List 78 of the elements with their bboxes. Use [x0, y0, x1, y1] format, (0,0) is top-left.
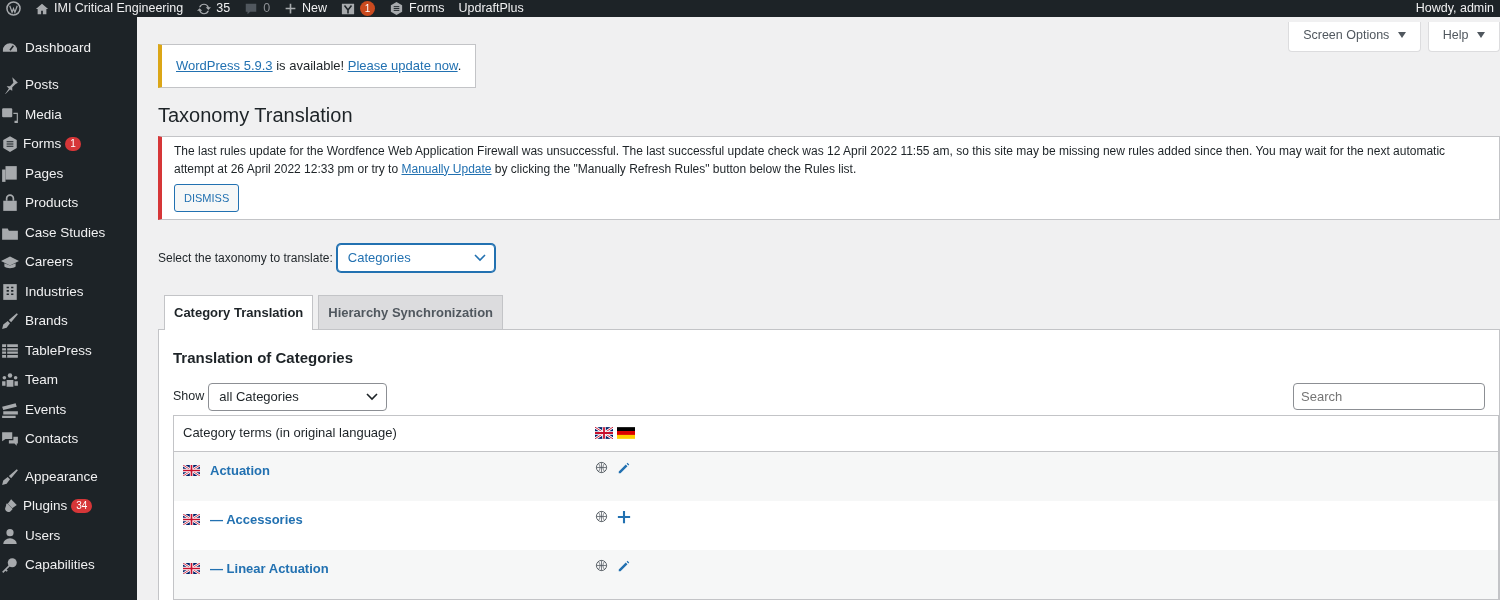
plus-icon	[284, 2, 298, 15]
account-menu[interactable]: Howdy, admin	[1415, 0, 1494, 18]
sidebar-menu-item[interactable]: Events	[25, 399, 67, 420]
sidebar-menu-item[interactable]: Plugins	[23, 496, 68, 517]
sidebar-menu-item[interactable]: Posts	[25, 75, 59, 96]
show-dropdown[interactable]: all Categories	[208, 382, 388, 411]
pencil-icon[interactable]	[617, 460, 631, 475]
version-link[interactable]: WordPress 5.9.3	[176, 58, 273, 73]
sidebar-menu-item[interactable]: Team	[25, 370, 58, 391]
caret-icon	[1477, 32, 1485, 38]
count-badge: 34	[71, 499, 93, 514]
screen-options-button[interactable]: Screen Options	[1288, 22, 1421, 52]
comment-icon	[244, 1, 259, 16]
comments-count[interactable]: 0	[263, 0, 271, 18]
tab[interactable]: Hierarchy Synchronization	[318, 294, 504, 329]
sidebar-menu-item[interactable]: Dashboard	[25, 37, 92, 58]
refresh-icon	[197, 1, 212, 16]
uk-flag-icon	[183, 562, 200, 574]
section-title: Translation of Categories	[173, 348, 355, 368]
help-button[interactable]: Help	[1427, 22, 1500, 52]
notification-count: 1	[360, 1, 376, 16]
chevron-down-icon	[366, 392, 379, 401]
pencil-icon[interactable]	[617, 558, 631, 573]
updates-count[interactable]: 35	[216, 0, 231, 18]
globe-icon	[595, 461, 608, 474]
pages-icon	[1, 164, 19, 183]
brush-icon	[1, 467, 19, 486]
sidebar-menu-item[interactable]: Case Studies	[25, 222, 106, 243]
user-icon	[1, 526, 19, 545]
uk-flag-icon	[595, 427, 613, 439]
update-now-link[interactable]: Please update now	[347, 58, 458, 73]
count-badge: 1	[65, 137, 81, 152]
wordpress-logo-icon	[6, 1, 21, 16]
dismiss-button[interactable]: DISMISS	[174, 183, 240, 212]
plus-icon[interactable]	[617, 509, 631, 524]
updraftplus-link[interactable]: UpdraftPlus	[458, 0, 524, 18]
sidebar-menu-item[interactable]: Media	[25, 104, 62, 125]
tickets-icon	[1, 400, 19, 419]
show-label: Show	[173, 388, 205, 406]
sidebar-menu-item[interactable]: Users	[25, 525, 61, 546]
sidebar-menu-item[interactable]: Pages	[25, 163, 64, 184]
term-link[interactable]: — Linear Actuation	[210, 558, 329, 578]
globe-icon	[595, 559, 608, 572]
sidebar-menu-item[interactable]: Products	[25, 193, 79, 214]
sidebar-menu-item[interactable]: Industries	[25, 281, 84, 302]
new-link[interactable]: New	[302, 0, 328, 18]
forms-link[interactable]: Forms	[409, 0, 445, 18]
tab[interactable]: Category Translation	[164, 294, 314, 330]
sidebar-menu-item[interactable]: Brands	[25, 311, 68, 332]
globe-icon	[595, 510, 608, 523]
people-icon	[1, 371, 19, 390]
page-title: Taxonomy Translation	[158, 102, 354, 127]
uk-flag-icon	[183, 464, 200, 476]
column-header: Category terms (in original language)	[183, 424, 398, 443]
sidebar-menu-item[interactable]: Contacts	[25, 429, 79, 450]
caret-icon	[1397, 32, 1406, 38]
home-icon	[35, 1, 49, 16]
term-link[interactable]: Actuation	[210, 460, 270, 480]
taxonomy-label: Select the taxonomy to translate:	[158, 249, 333, 267]
sidebar-menu-item[interactable]: TablePress	[25, 340, 92, 361]
manual-update-link[interactable]: Manually Update	[401, 161, 492, 176]
germany-flag-icon	[617, 427, 635, 439]
bag-icon	[1, 194, 19, 213]
sidebar-menu-item[interactable]: Careers	[25, 252, 73, 273]
taxonomy-dropdown[interactable]: Categories	[336, 243, 495, 272]
notice-message: The last rules update for the Wordfence Web Application Firewall was unsuccessful. The last successful update check was 12 April 2022 11:55 am, so this site may be missing new rules added since then. You may wait for the next automatic attempt at 26 April 2022 12:33 pm or try to Manually Update by clicking the "Manually Refresh Rules" button below the Rules list.	[174, 142, 1447, 178]
sidebar-menu-item[interactable]: Forms	[23, 134, 62, 155]
chevron-down-icon	[473, 253, 486, 262]
site-name-link[interactable]: IMI Critical Engineering	[54, 0, 184, 18]
sidebar-menu-item[interactable]: Appearance	[25, 466, 98, 487]
media-icon	[1, 105, 19, 124]
key-icon	[1, 556, 19, 575]
brush-icon	[1, 312, 19, 331]
uk-flag-icon	[183, 513, 200, 525]
sidebar-menu-item[interactable]: Capabilities	[25, 555, 95, 576]
term-link[interactable]: — Accessories	[210, 509, 303, 529]
search-field[interactable]: Search	[1293, 383, 1485, 410]
update-notice: WordPress 5.9.3 is available! Please update now.	[158, 44, 477, 88]
